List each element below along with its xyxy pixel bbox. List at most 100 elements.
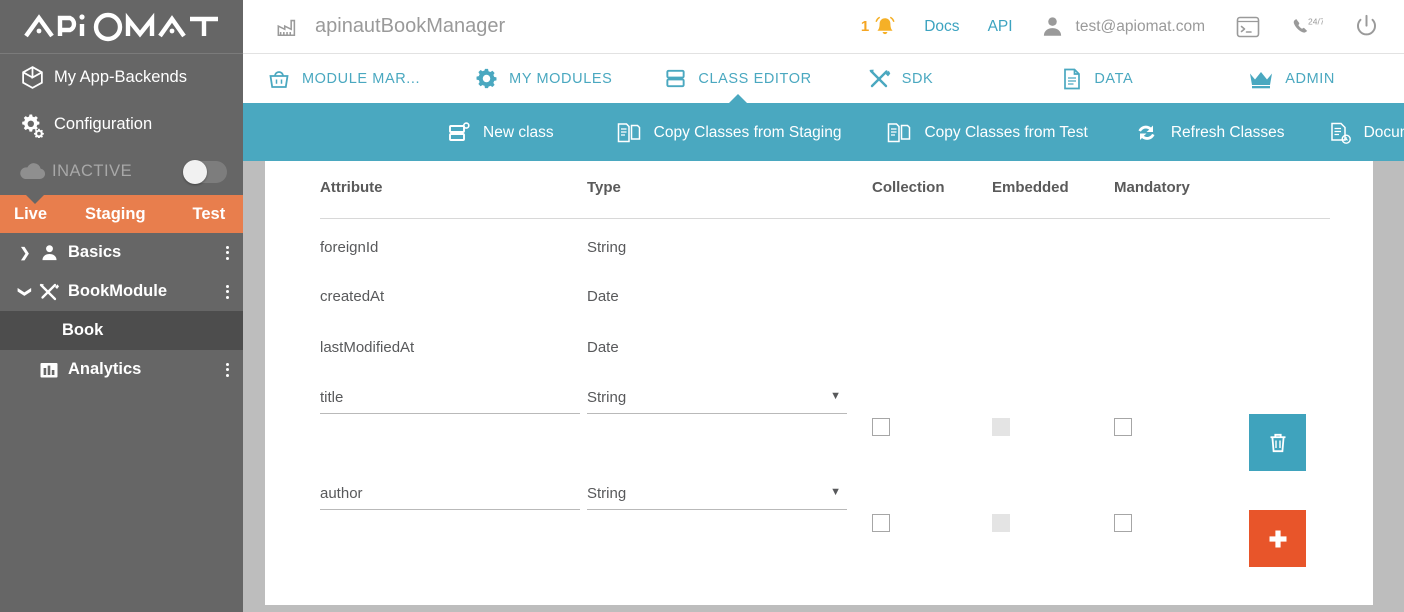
embedded-checkbox [992, 418, 1010, 436]
factory-icon [276, 16, 299, 38]
table-row: String ▼ [320, 389, 1330, 485]
sidebar: APIOMAT My App-Backends Configuratio [0, 0, 243, 612]
add-attribute-button[interactable] [1249, 510, 1306, 567]
environment-switcher: Live Staging Test [0, 195, 243, 233]
column-header-type: Type [587, 179, 621, 196]
power-icon[interactable] [1353, 13, 1380, 40]
tab-sdk[interactable]: SDK [867, 54, 934, 103]
tree-item-book[interactable]: Book [0, 311, 243, 350]
tree-item-menu-button[interactable] [226, 362, 229, 377]
copy-classes-from-staging-button[interactable]: Copy Classes from Staging [616, 122, 841, 144]
attribute-type-select[interactable]: String [587, 485, 847, 510]
tree-item-menu-button[interactable] [226, 245, 229, 260]
sidebar-item-my-app-backends[interactable]: My App-Backends [0, 54, 243, 101]
backend-active-toggle[interactable] [183, 159, 227, 184]
attribute-name-input[interactable] [320, 389, 580, 414]
chevron-right-icon[interactable]: ❯ [14, 245, 36, 261]
table-row: lastModifiedAt Date [320, 322, 1330, 373]
terminal-icon[interactable] [1235, 15, 1261, 39]
column-header-collection: Collection [872, 179, 945, 196]
api-link[interactable]: API [988, 18, 1013, 36]
documentation-button[interactable]: Documentation [1328, 121, 1404, 145]
person-icon [36, 243, 62, 262]
attribute-name: createdAt [320, 288, 385, 305]
tree-item-basics[interactable]: ❯ Basics [0, 233, 243, 272]
copy-classes-icon [886, 122, 912, 144]
person-icon [1041, 15, 1064, 38]
collection-checkbox[interactable] [872, 418, 890, 436]
attribute-type-select[interactable]: String [587, 389, 847, 414]
sidebar-item-label: Configuration [54, 115, 153, 133]
apiomat-logo-icon [23, 12, 218, 41]
bell-icon[interactable] [872, 14, 898, 40]
tools-icon [867, 68, 891, 90]
tab-label: MY MODULES [509, 70, 613, 87]
tab-class-editor[interactable]: CLASS EDITOR [664, 54, 812, 105]
user-email: test@apiomat.com [1075, 17, 1205, 35]
env-tab-live[interactable]: Live [14, 205, 47, 224]
logo[interactable]: APIOMAT [0, 0, 243, 54]
refresh-icon [1134, 122, 1159, 144]
docs-link[interactable]: Docs [924, 18, 959, 36]
table-header-row: Attribute Type Collection Embedded Manda… [320, 179, 1330, 219]
mandatory-checkbox[interactable] [1114, 418, 1132, 436]
mandatory-checkbox[interactable] [1114, 514, 1132, 532]
attribute-name: foreignId [320, 238, 379, 256]
tree-item-menu-button[interactable] [226, 284, 229, 299]
top-bar: apinautBookManager 1 Docs API test@apiom… [243, 0, 1404, 54]
attributes-table: Attribute Type Collection Embedded Manda… [320, 179, 1330, 581]
new-class-icon [447, 121, 471, 145]
tree-item-analytics[interactable]: Analytics [0, 350, 243, 389]
backend-status-row: INACTIVE [0, 148, 243, 195]
env-tab-staging[interactable]: Staging [85, 205, 146, 224]
attribute-name: lastModifiedAt [320, 339, 415, 356]
chevron-down-icon[interactable]: ❯ [17, 281, 33, 303]
plus-icon [1269, 530, 1286, 547]
sidebar-item-configuration[interactable]: Configuration [0, 101, 243, 148]
top-bar-right: 1 Docs API test@apiomat.com 24/7 [861, 0, 1404, 53]
cube-icon [12, 65, 52, 90]
cloud-icon [12, 162, 52, 182]
notification-count: 1 [860, 18, 870, 35]
attribute-type: String [587, 238, 627, 256]
tab-admin[interactable]: ADMIN [1248, 54, 1335, 103]
collection-checkbox[interactable] [872, 514, 890, 532]
tab-label: ADMIN [1285, 70, 1335, 87]
backend-status-label: INACTIVE [52, 162, 133, 180]
column-header-embedded: Embedded [992, 179, 1069, 196]
tree-item-label: BookModule [68, 282, 167, 300]
class-editor-icon [664, 67, 687, 90]
tab-module-market[interactable]: MODULE MAR... [267, 54, 420, 103]
tab-my-modules[interactable]: MY MODULES [475, 54, 612, 103]
tab-label: CLASS EDITOR [698, 70, 812, 87]
active-tab-pointer [727, 94, 750, 105]
sidebar-item-label: My App-Backends [54, 68, 187, 86]
basket-icon [267, 67, 291, 91]
env-tab-test[interactable]: Test [193, 205, 226, 224]
new-class-button[interactable]: New class [447, 121, 554, 145]
tree-item-bookmodule[interactable]: ❯ BookModule [0, 272, 243, 311]
table-row: String ▼ [320, 485, 1330, 581]
trash-icon [1270, 433, 1285, 452]
active-env-notch [26, 195, 44, 204]
copy-classes-from-test-button[interactable]: Copy Classes from Test [886, 122, 1088, 144]
attribute-type-select-wrapper: String ▼ [587, 389, 847, 414]
delete-attribute-button[interactable] [1249, 414, 1306, 471]
document-icon [1061, 67, 1083, 91]
toolbar-label: Refresh Classes [1170, 124, 1285, 141]
gears-icon [12, 112, 52, 138]
table-row: foreignId String [320, 219, 1330, 271]
gear-icon [475, 67, 498, 90]
tree-item-label: Analytics [68, 360, 142, 378]
tab-data[interactable]: DATA [1061, 54, 1133, 103]
refresh-classes-button[interactable]: Refresh Classes [1134, 122, 1285, 144]
support-phone-24-7-icon[interactable]: 24/7 [1291, 15, 1323, 39]
class-editor-toolbar: New class Copy Classes from Staging Copy… [243, 105, 1404, 161]
attribute-name-input[interactable] [320, 485, 580, 510]
toolbar-label: New class [483, 124, 554, 141]
column-header-attribute: Attribute [320, 179, 383, 196]
tab-label: SDK [901, 70, 934, 87]
attribute-type: Date [587, 288, 619, 305]
chart-icon [36, 360, 62, 380]
attribute-type: Date [587, 339, 619, 356]
